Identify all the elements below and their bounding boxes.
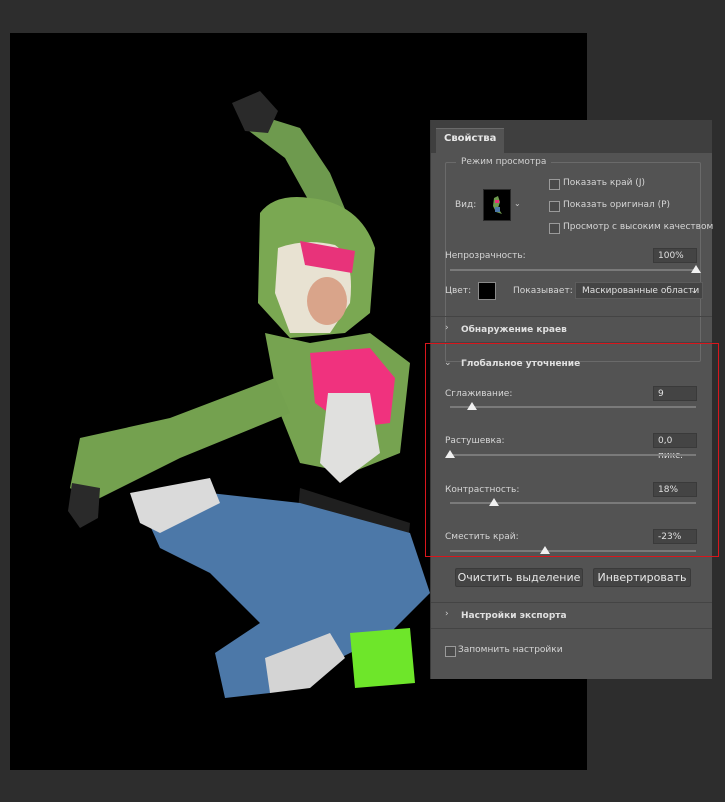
show-edge-label: Показать край (J): [563, 178, 645, 188]
remember-settings-label: Запомнить настройки: [458, 645, 563, 655]
opacity-slider-track[interactable]: [450, 269, 696, 271]
high-quality-checkbox[interactable]: [549, 223, 560, 234]
chevron-down-icon: ⌄: [690, 286, 698, 296]
high-quality-label: Просмотр с высоким качеством: [563, 222, 714, 232]
show-original-label: Показать оригинал (P): [563, 200, 671, 210]
separator: [431, 316, 712, 317]
chevron-right-icon[interactable]: ›: [445, 609, 449, 619]
chevron-down-icon[interactable]: ⌄: [514, 199, 524, 209]
shows-label: Показывает:: [513, 286, 573, 296]
remember-settings-checkbox[interactable]: [445, 646, 456, 657]
export-settings-header[interactable]: Настройки экспорта: [461, 611, 567, 621]
color-label: Цвет:: [445, 286, 472, 296]
separator: [431, 628, 712, 629]
view-mode-title: Режим просмотра: [456, 157, 552, 167]
chevron-right-icon[interactable]: ›: [445, 323, 449, 333]
shows-select[interactable]: Маскированные области ⌄: [575, 282, 703, 299]
opacity-slider-handle[interactable]: [691, 265, 701, 273]
opacity-label: Непрозрачность:: [445, 251, 526, 261]
tab-properties[interactable]: Свойства: [436, 128, 505, 154]
opacity-input[interactable]: 100%: [653, 248, 697, 263]
edge-detection-header[interactable]: Обнаружение краев: [461, 325, 567, 335]
show-edge-checkbox[interactable]: [549, 179, 560, 190]
clear-selection-button[interactable]: Очистить выделение: [455, 568, 583, 587]
invert-button[interactable]: Инвертировать: [593, 568, 691, 587]
shows-select-value: Маскированные области: [582, 286, 700, 296]
color-swatch[interactable]: [478, 282, 496, 300]
separator: [431, 602, 712, 603]
panel-tabbar: Свойства: [431, 120, 712, 154]
show-original-checkbox[interactable]: [549, 201, 560, 212]
view-thumbnail[interactable]: [483, 189, 511, 221]
highlight-box: [425, 343, 719, 557]
view-label: Вид:: [455, 200, 477, 210]
view-thumbnail-icon: [484, 190, 510, 220]
